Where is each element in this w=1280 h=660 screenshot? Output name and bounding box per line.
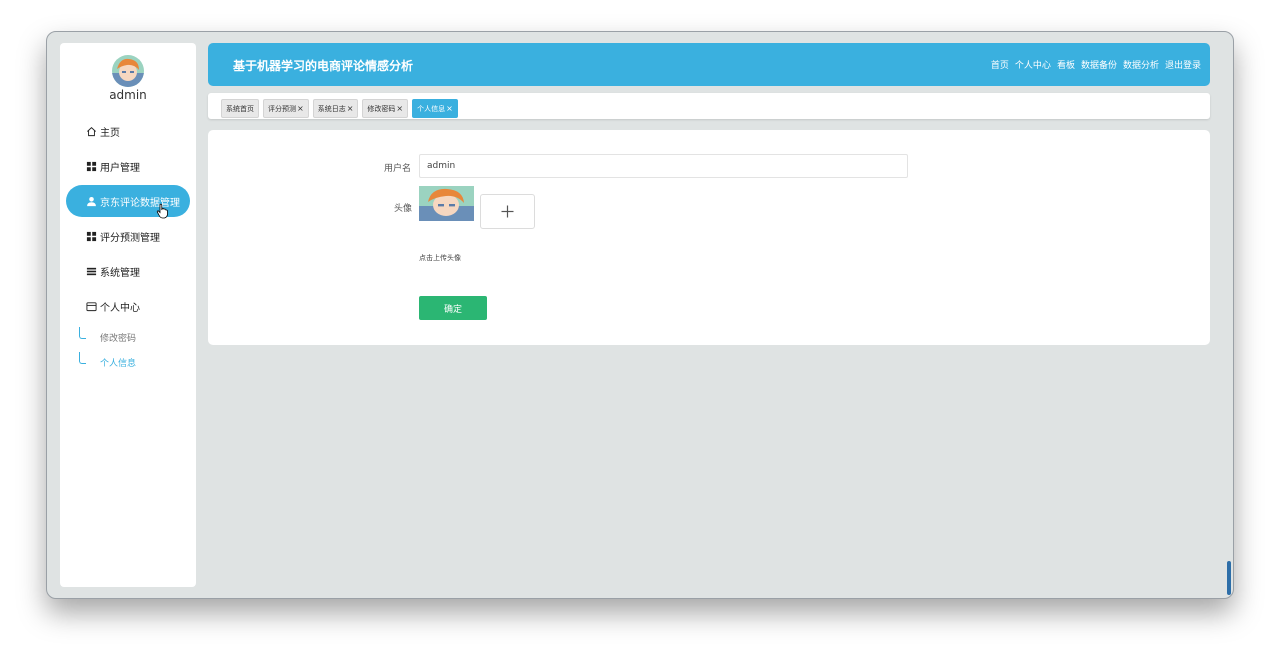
submenu-item-personal-info[interactable]: 个人信息 [60,350,196,375]
nav-link-data-analysis[interactable]: 数据分析 [1123,58,1159,71]
sidebar-item-label: 主页 [100,127,120,139]
nav-link-home[interactable]: 首页 [991,58,1009,71]
sidebar-user-name: admin [109,88,147,102]
nav-link-data-backup[interactable]: 数据备份 [1081,58,1117,71]
username-input[interactable] [419,154,908,178]
top-header: 基于机器学习的电商评论情感分析 首页 个人中心 看板 数据备份 数据分析 退出登… [208,43,1210,86]
grid-icon [86,231,97,242]
submenu-item-label: 个人信息 [100,359,137,369]
avatar-image-icon [419,186,474,221]
tab-label: 修改密码 [367,104,396,113]
hand-cursor-icon [156,203,168,219]
sidebar-item-jd-comment-data[interactable]: 京东评论数据管理 [66,185,190,219]
confirm-button[interactable]: 确定 [419,296,487,320]
avatar-image-icon [112,55,144,87]
tab-label: 系统首页 [226,104,254,113]
tab-change-password[interactable]: 修改密码 × [362,99,409,118]
sidebar-menu: 主页 用户管理 京东评论数据管理 评分预测管理 系统管理 个人中心 修改密码 个… [60,115,196,375]
avatar-preview [419,186,474,221]
upload-hint: 点击上传头像 [419,254,461,262]
tabs-bar: 系统首页 评分预测 × 系统日志 × 修改密码 × 个人信息 × [208,93,1210,119]
tab-label: 评分预测 [268,104,296,113]
tab-list: 系统首页 评分预测 × 系统日志 × 修改密码 × 个人信息 × [221,99,458,118]
app-title: 基于机器学习的电商评论情感分析 [233,59,414,73]
personal-center-submenu: 修改密码 个人信息 [60,325,196,375]
grid-icon [86,161,97,172]
sidebar-item-label: 用户管理 [100,162,140,174]
plus-icon [501,205,514,218]
tab-label: 个人信息 [417,104,446,113]
tree-branch-line [79,327,86,339]
sidebar-item-label: 个人中心 [100,302,140,314]
sidebar-item-personal-center[interactable]: 个人中心 [66,290,190,322]
avatar-label: 头像 [394,204,413,214]
sidebar-item-home[interactable]: 主页 [66,115,190,147]
app-window: admin 主页 用户管理 京东评论数据管理 评分预测管理 系统管理 个人中心 … [46,31,1234,599]
sidebar: admin 主页 用户管理 京东评论数据管理 评分预测管理 系统管理 个人中心 … [60,43,196,587]
tab-label: 系统日志 [317,104,346,113]
close-icon[interactable]: × [347,104,354,113]
sidebar-item-user-management[interactable]: 用户管理 [66,150,190,182]
close-icon[interactable]: × [446,104,453,113]
username-label: 用户名 [384,164,412,174]
sidebar-item-score-prediction[interactable]: 评分预测管理 [66,220,190,252]
nav-link-personal-center[interactable]: 个人中心 [1015,58,1051,71]
sidebar-item-label: 系统管理 [100,267,140,279]
tab-personal-info[interactable]: 个人信息 × [412,99,458,118]
tab-score-prediction[interactable]: 评分预测 × [263,99,309,118]
submenu-item-change-password[interactable]: 修改密码 [60,325,196,350]
nav-link-dashboard[interactable]: 看板 [1057,58,1075,71]
tree-branch-line [79,352,86,364]
tab-system-log[interactable]: 系统日志 × [312,99,359,118]
avatar-upload-button[interactable] [480,194,535,229]
close-icon[interactable]: × [396,104,403,113]
home-icon [86,126,97,137]
personal-info-form: 用户名 头像 点击上传头像 确定 [208,130,1210,345]
header-nav: 首页 个人中心 看板 数据备份 数据分析 退出登录 [991,58,1201,71]
sidebar-avatar[interactable] [112,55,144,87]
folder-icon [86,301,97,312]
submenu-item-label: 修改密码 [100,334,137,344]
user-icon [86,196,97,207]
tab-system-home[interactable]: 系统首页 [221,99,259,118]
close-icon[interactable]: × [297,104,304,113]
sidebar-item-label: 评分预测管理 [100,232,160,244]
list-icon [86,266,97,277]
scrollbar-thumb[interactable] [1227,561,1231,595]
nav-link-logout[interactable]: 退出登录 [1165,58,1201,71]
sidebar-item-system-management[interactable]: 系统管理 [66,255,190,287]
